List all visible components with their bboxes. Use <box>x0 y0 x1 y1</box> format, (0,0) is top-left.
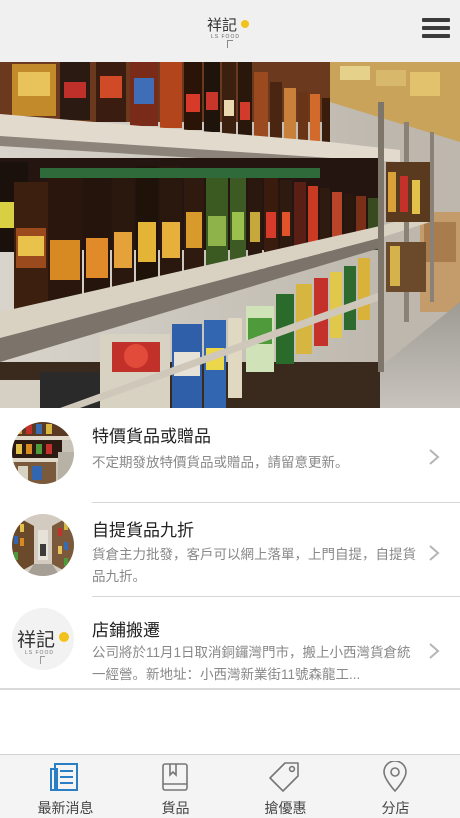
app-header: 祥記 LS FOOD <box>0 0 460 62</box>
tab-label: 貨品 <box>161 800 190 816</box>
tab-news[interactable]: 最新消息 <box>8 755 123 818</box>
tab-label: 搶優惠 <box>264 800 307 816</box>
news-icon <box>50 763 78 791</box>
location-pin-icon <box>383 761 407 793</box>
list-item[interactable]: 自提貨品九折 貨倉主力批發，客戶可以網上落單，上門自提，自提貨品九折。 <box>0 502 460 596</box>
warehouse-aisle-thumb <box>12 514 74 576</box>
tab-label: 分店 <box>381 800 410 816</box>
store-shelves-thumb <box>12 422 74 484</box>
book-icon <box>162 763 188 791</box>
chevron-right-icon <box>429 643 440 659</box>
brand-logo[interactable]: 祥記 LS FOOD <box>207 14 257 50</box>
logo-thumb: 祥記 LS FOOD <box>12 608 74 670</box>
divider <box>92 596 460 597</box>
item-title: 特價貨品或贈品 <box>92 427 211 446</box>
thumb-logo-mark-icon <box>40 656 45 664</box>
bottom-tab-bar: 最新消息 貨品 搶優惠 分店 <box>0 754 460 818</box>
thumb-logo-dot-icon <box>59 632 69 642</box>
tab-products[interactable]: 貨品 <box>118 755 233 818</box>
tab-branches[interactable]: 分店 <box>338 755 453 818</box>
thumb-logo-text: 祥記 <box>17 629 56 651</box>
tab-label: 最新消息 <box>37 800 94 816</box>
item-title: 自提貨品九折 <box>92 521 194 540</box>
store-shelves-photo <box>0 62 460 408</box>
item-description: 貨倉主力批發，客戶可以網上落單，上門自提，自提貨品九折。 <box>92 547 416 584</box>
list-bottom-divider <box>0 688 460 690</box>
item-description: 不定期發放特價貨品或贈品，請留意更新。 <box>92 455 349 470</box>
logo-mark-icon <box>227 40 233 48</box>
tag-icon <box>269 762 299 792</box>
divider <box>92 502 460 503</box>
logo-dot-icon <box>241 20 249 28</box>
banner-image <box>0 62 460 408</box>
hamburger-menu-icon[interactable] <box>422 18 450 44</box>
item-description: 公司將於11月1日取消銅鑼灣門市，搬上小西灣貨倉統一經營。新地址：小西灣新業街1… <box>92 645 411 682</box>
logo-subtext: LS FOOD <box>211 34 240 40</box>
chevron-right-icon <box>429 545 440 561</box>
list-item[interactable]: 祥記 LS FOOD 店鋪搬遷 公司將於11月1日取消銅鑼灣門市，搬上小西灣貨倉… <box>0 596 460 690</box>
logo-text: 祥記 <box>207 16 238 34</box>
chevron-right-icon <box>429 449 440 465</box>
list-item[interactable]: 特價貨品或贈品 不定期發放特價貨品或贈品，請留意更新。 <box>0 408 460 502</box>
item-title: 店鋪搬遷 <box>92 621 160 640</box>
tab-deals[interactable]: 搶優惠 <box>228 755 343 818</box>
